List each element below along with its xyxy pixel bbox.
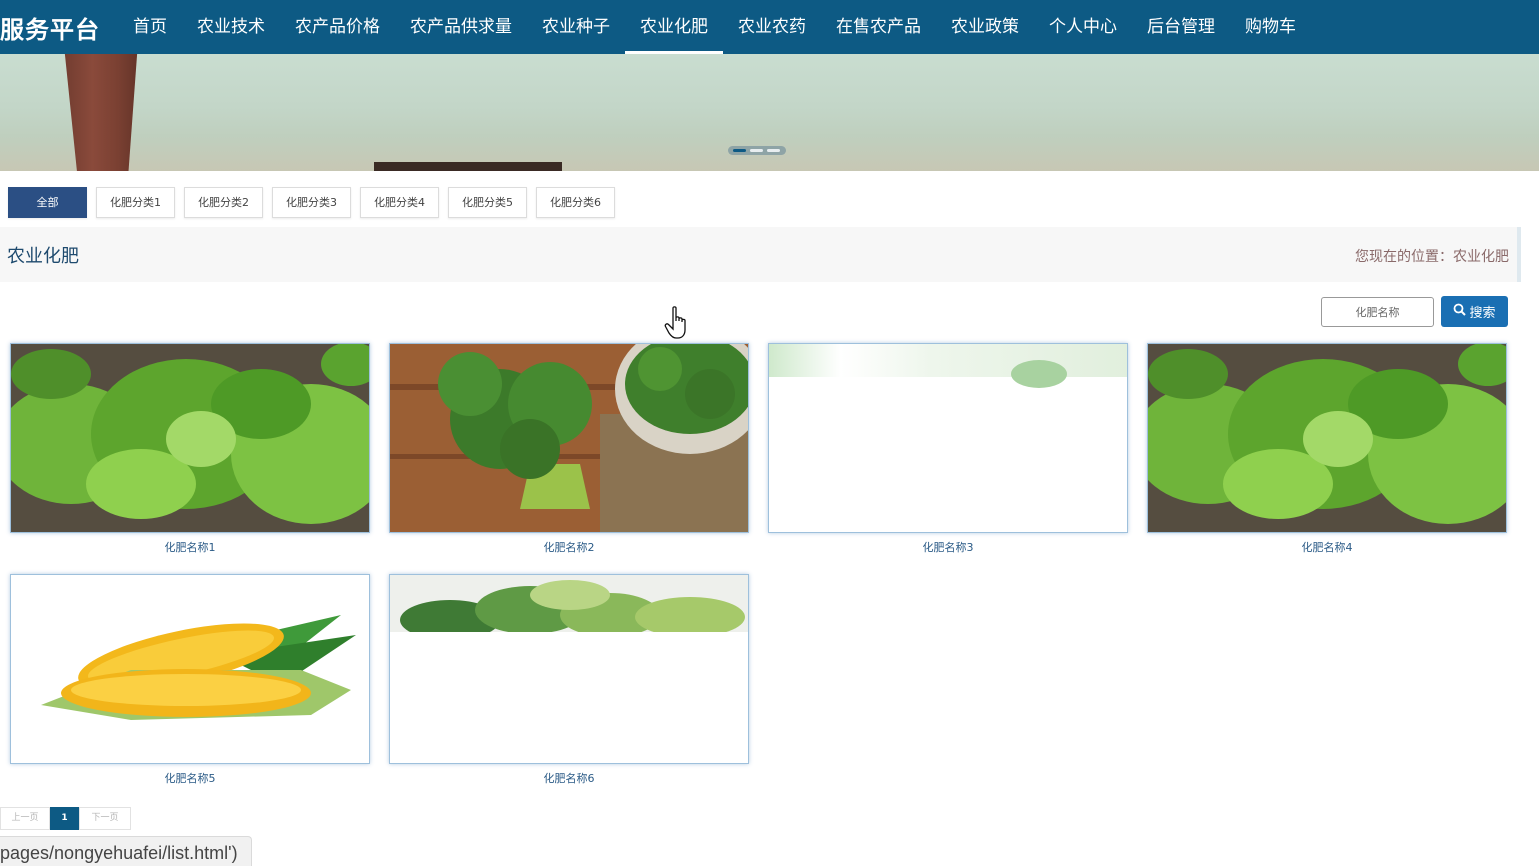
category-filter: 全部 化肥分类1 化肥分类2 化肥分类3 化肥分类4 化肥分类5 化肥分类6 <box>8 187 615 218</box>
nav-item-pesticide[interactable]: 农业农药 <box>723 0 821 54</box>
product-image[interactable] <box>389 343 749 533</box>
product-card[interactable]: 化肥名称1 <box>10 343 370 555</box>
nav-menu: 首页 农业技术 农产品价格 农产品供求量 农业种子 农业化肥 农业农药 在售农产… <box>118 0 1311 54</box>
product-card[interactable]: 化肥名称6 <box>389 574 749 786</box>
pagination-prev[interactable]: 上一页 <box>0 807 50 830</box>
banner-tree-trunk <box>64 54 138 171</box>
nav-item-admin[interactable]: 后台管理 <box>1132 0 1230 54</box>
search-button[interactable]: 搜索 <box>1441 296 1508 327</box>
top-nav: 服务平台 首页 农业技术 农产品价格 农产品供求量 农业种子 农业化肥 农业农药… <box>0 0 1539 54</box>
carousel-dot-1[interactable] <box>733 149 746 152</box>
category-item-6[interactable]: 化肥分类6 <box>536 187 615 218</box>
product-name-link[interactable]: 化肥名称6 <box>544 772 595 785</box>
pagination-page-1[interactable]: 1 <box>50 807 79 830</box>
page-title: 农业化肥 <box>7 246 79 267</box>
search-button-label: 搜索 <box>1469 306 1496 321</box>
product-image[interactable] <box>10 574 370 764</box>
category-item-2[interactable]: 化肥分类2 <box>184 187 263 218</box>
site-brand[interactable]: 服务平台 <box>0 10 100 45</box>
category-item-5[interactable]: 化肥分类5 <box>448 187 527 218</box>
pagination-next[interactable]: 下一页 <box>79 807 131 830</box>
product-name-link[interactable]: 化肥名称5 <box>165 772 216 785</box>
nav-item-agri-tech[interactable]: 农业技术 <box>182 0 280 54</box>
category-item-4[interactable]: 化肥分类4 <box>360 187 439 218</box>
product-image[interactable] <box>389 574 749 764</box>
carousel-indicators <box>728 146 786 155</box>
product-card[interactable]: 化肥名称5 <box>10 574 370 786</box>
product-card[interactable]: 化肥名称3 <box>768 343 1128 555</box>
search-input[interactable] <box>1321 297 1434 327</box>
pagination: 上一页 1 下一页 <box>0 807 131 830</box>
nav-item-cart[interactable]: 购物车 <box>1230 0 1311 54</box>
nav-item-home[interactable]: 首页 <box>118 0 182 54</box>
section-header: 农业化肥 您现在的位置：农业化肥 <box>0 227 1521 282</box>
product-name-link[interactable]: 化肥名称3 <box>923 541 974 554</box>
nav-item-products-on-sale[interactable]: 在售农产品 <box>821 0 936 54</box>
nav-item-seeds[interactable]: 农业种子 <box>527 0 625 54</box>
carousel-dot-2[interactable] <box>750 149 763 152</box>
category-item-3[interactable]: 化肥分类3 <box>272 187 351 218</box>
hand-pointer-icon <box>664 306 692 340</box>
product-name-link[interactable]: 化肥名称4 <box>1302 541 1353 554</box>
breadcrumb: 您现在的位置：农业化肥 <box>1355 249 1509 265</box>
product-image[interactable] <box>10 343 370 533</box>
nav-item-fertilizer[interactable]: 农业化肥 <box>625 0 723 54</box>
category-all[interactable]: 全部 <box>8 187 87 218</box>
product-image[interactable] <box>768 343 1128 533</box>
nav-item-product-price[interactable]: 农产品价格 <box>280 0 395 54</box>
nav-item-personal-center[interactable]: 个人中心 <box>1034 0 1132 54</box>
status-bar-url: pages/nongyehuafei/list.html') <box>0 836 252 866</box>
carousel-dot-3[interactable] <box>767 149 780 152</box>
banner-decoration <box>374 162 562 171</box>
search-icon <box>1453 303 1467 320</box>
category-item-1[interactable]: 化肥分类1 <box>96 187 175 218</box>
product-name-link[interactable]: 化肥名称2 <box>544 541 595 554</box>
product-image[interactable] <box>1147 343 1507 533</box>
nav-item-policy[interactable]: 农业政策 <box>936 0 1034 54</box>
product-name-link[interactable]: 化肥名称1 <box>165 541 216 554</box>
product-card[interactable]: 化肥名称4 <box>1147 343 1507 555</box>
nav-item-supply-demand[interactable]: 农产品供求量 <box>395 0 527 54</box>
product-card[interactable]: 化肥名称2 <box>389 343 749 555</box>
